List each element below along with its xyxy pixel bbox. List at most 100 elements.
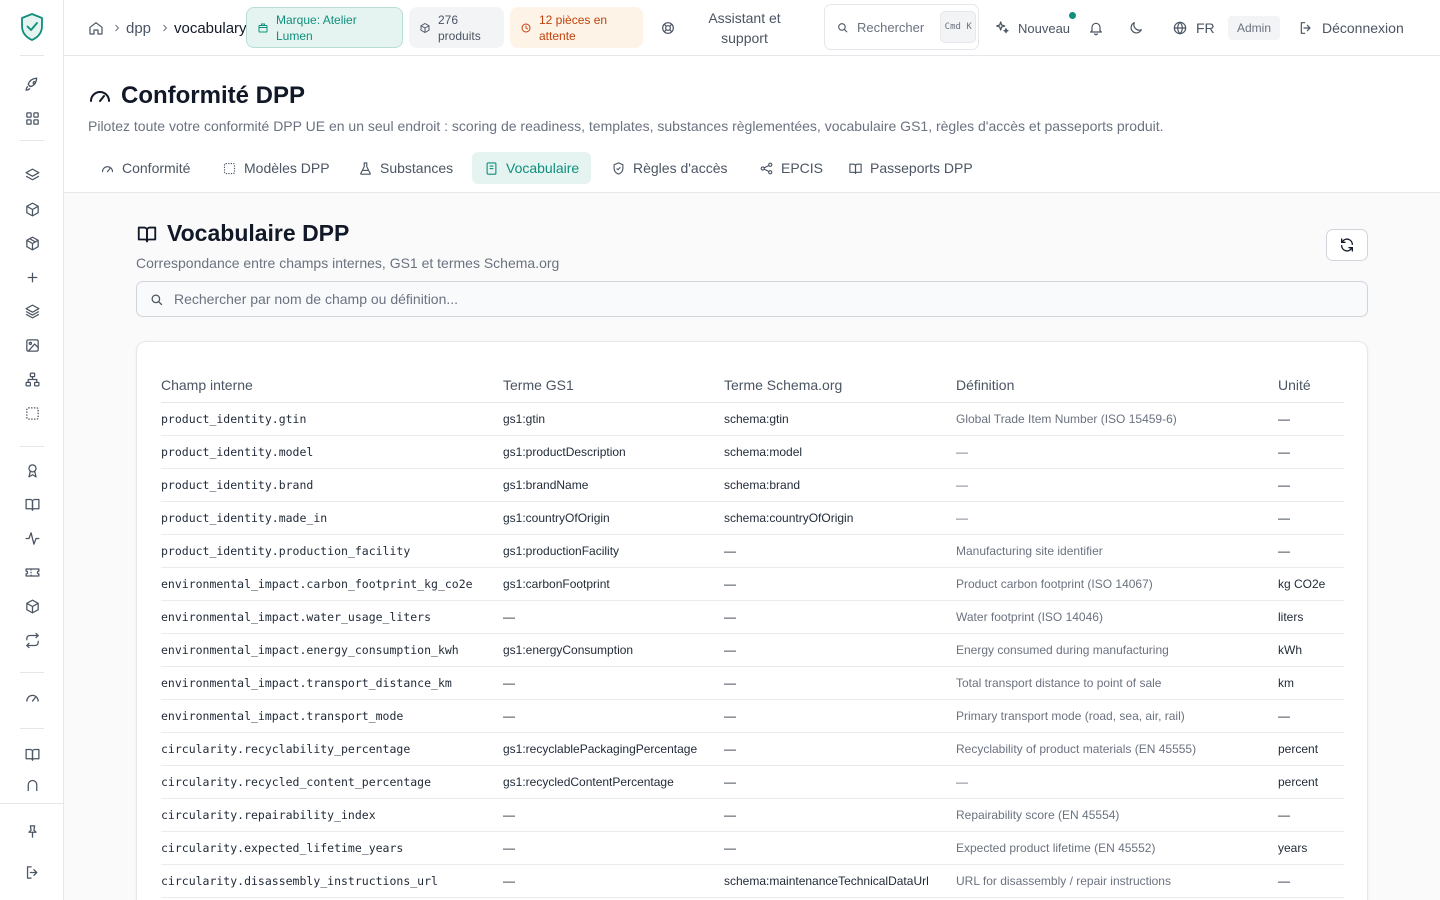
gs1-term-cell: gs1:brandName [503,468,724,502]
unit-cell: percent [1278,732,1344,766]
open-book-icon[interactable] [21,743,43,765]
shield-logo-icon[interactable] [19,12,45,42]
logout-button[interactable]: Déconnexion [1298,0,1404,56]
table-row[interactable]: circularity.recyclability_percentage gs1:… [161,732,1344,766]
vocab-search [136,281,1368,317]
activity-icon[interactable] [21,527,43,549]
network-icon[interactable] [21,368,43,390]
gs1-term-cell: gs1:gtin [503,402,724,436]
unit-cell: km [1278,666,1344,700]
package-icon[interactable] [21,232,43,254]
tab-epcis[interactable]: EPCIS [747,152,835,184]
schema-term-cell: schema:gtin [724,402,956,436]
template-icon[interactable] [21,402,43,424]
tab-modeles[interactable]: Modèles DPP [210,152,342,184]
tab-substances[interactable]: Substances [346,152,465,184]
tab-regles-acces[interactable]: Règles d'accès [599,152,740,184]
breadcrumb-item[interactable]: dpp [126,0,151,56]
box-icon[interactable] [21,198,43,220]
unit-cell: — [1278,468,1344,502]
table-row[interactable]: circularity.repairability_index — — Repaira… [161,798,1344,832]
new-button[interactable]: Nouveau [994,0,1076,56]
home-icon[interactable] [88,0,104,56]
badge-icon[interactable] [21,459,43,481]
definition-cell: Manufacturing site identifier [956,534,1278,568]
table-row[interactable]: product_identity.production_facility gs1:… [161,534,1344,568]
tab-conformite[interactable]: Conformité [88,152,202,184]
language-selector[interactable]: FR [1172,0,1215,56]
rocket-icon[interactable] [21,73,43,95]
repeat-icon[interactable] [21,629,43,651]
schema-term-cell: — [724,732,956,766]
table-row[interactable]: environmental_impact.transport_mode — — Pri… [161,699,1344,733]
flask-icon [360,161,371,175]
schema-term-cell: schema:maintenanceTechnicalDataUrl [724,864,956,898]
pending-pill[interactable]: 12 pièces en attente [510,7,643,48]
tab-label: Modèles DPP [244,160,330,176]
moon-icon[interactable] [1128,0,1144,56]
refresh-button[interactable] [1326,229,1368,261]
definition-cell: — [956,435,1278,469]
unit-cell: kWh [1278,633,1344,667]
table-row[interactable]: environmental_impact.water_usage_liters —… [161,600,1344,634]
internal-field-cell: circularity.disassembly_instructions_url [161,864,503,898]
gs1-term-cell: gs1:productionFacility [503,534,724,568]
table-row[interactable]: circularity.disassembly_instructions_url… [161,864,1344,898]
column-header: Définition [956,368,1278,403]
definition-cell: Repairability score (EN 45554) [956,798,1278,832]
schema-term-cell: schema:model [724,435,956,469]
table-row[interactable]: circularity.expected_lifetime_years — — Exp… [161,831,1344,865]
table-row[interactable]: environmental_impact.carbon_footprint_kg… [161,567,1344,601]
global-search-label: Rechercher [857,19,925,35]
language-label: FR [1196,20,1215,36]
definition-cell: — [956,501,1278,535]
image-icon[interactable] [21,334,43,356]
layers-icon[interactable] [21,164,43,186]
table-row[interactable]: product_identity.brand gs1:brandName schem… [161,468,1344,502]
unit-cell: years [1278,831,1344,865]
shortcut-badge: Cmd K [940,11,977,43]
ticket-icon[interactable] [21,561,43,583]
vocab-search-input[interactable] [174,291,1354,307]
bell-icon[interactable] [1088,0,1104,56]
tab-vocabulaire[interactable]: Vocabulaire [472,152,592,184]
unit-cell: — [1278,699,1344,733]
definition-cell: Recyclability of product materials (EN 4… [956,732,1278,766]
role-badge: Admin [1228,16,1281,40]
table-row[interactable]: product_identity.made_in gs1:countryOfOri… [161,501,1344,535]
definition-cell: — [956,765,1278,799]
brand-pill[interactable]: Marque: Atelier Lumen [246,7,403,48]
assistant-link[interactable]: Assistant et support [696,0,793,56]
internal-field-cell: environmental_impact.transport_mode [161,699,503,733]
table-row[interactable]: environmental_impact.transport_distance_… [161,666,1344,700]
sidebar-divider [20,672,44,673]
arch-icon[interactable] [21,777,43,791]
gauge-icon[interactable] [21,686,43,708]
pin-icon[interactable] [21,820,43,842]
gs1-term-cell: gs1:productDescription [503,435,724,469]
tab-label: Passeports DPP [870,160,973,176]
table-row[interactable]: environmental_impact.energy_consumption_… [161,633,1344,667]
gs1-term-cell: — [503,600,724,634]
table-row[interactable]: product_identity.model gs1:productDescrip… [161,435,1344,469]
chevron-right-icon [111,0,123,56]
cube-icon[interactable] [21,595,43,617]
products-pill[interactable]: 276 produits [409,7,504,48]
book-icon[interactable] [21,493,43,515]
global-search-button[interactable]: Rechercher Cmd K [824,4,979,50]
gs1-term-cell: — [503,798,724,832]
unit-cell: — [1278,864,1344,898]
logout-icon[interactable] [21,861,43,883]
unit-cell: — [1278,534,1344,568]
stack-icon[interactable] [21,300,43,322]
lifebuoy-icon[interactable] [660,0,676,56]
sidebar [0,0,64,900]
table-row[interactable]: circularity.recycled_content_percentage g… [161,765,1344,799]
gs1-term-cell: — [503,864,724,898]
table-row[interactable]: product_identity.gtin gs1:gtin schema:gtin… [161,402,1344,436]
plus-icon[interactable] [21,266,43,288]
gs1-term-cell: gs1:energyConsumption [503,633,724,667]
dashboard-icon[interactable] [21,107,43,129]
tab-label: Vocabulaire [506,160,580,176]
tab-passeports[interactable]: Passeports DPP [836,152,985,184]
